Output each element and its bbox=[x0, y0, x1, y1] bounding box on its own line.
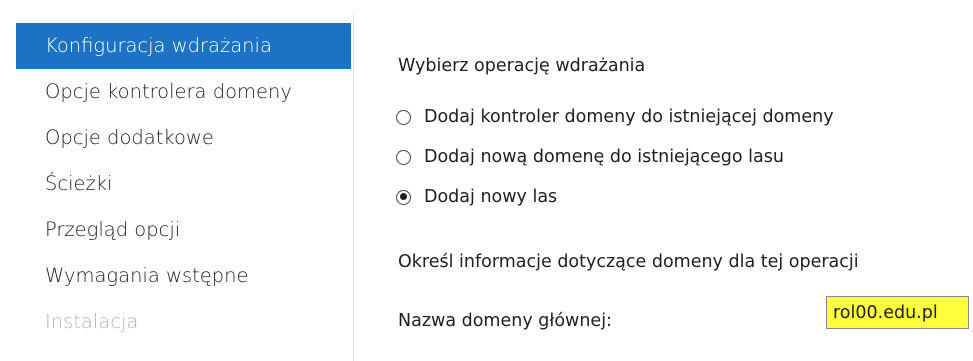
nav-item-paths[interactable]: Ścieżki bbox=[16, 161, 351, 207]
radio-button-selected[interactable] bbox=[396, 189, 411, 205]
domain-info-heading: Określ informacje dotyczące domeny dla t… bbox=[398, 252, 859, 272]
nav-item-installation: Instalacja bbox=[45, 310, 139, 333]
radio-label[interactable]: Dodaj nową domenę do istniejącego lasu bbox=[424, 147, 784, 167]
nav-item-prerequisites[interactable]: Wymagania wstępne bbox=[16, 253, 351, 299]
nav-item-additional-options[interactable]: Opcje dodatkowe bbox=[16, 115, 351, 161]
root-domain-input[interactable] bbox=[826, 296, 969, 329]
nav-item-domain-controller-options[interactable]: Opcje kontrolera domeny bbox=[16, 69, 351, 115]
radio-button[interactable] bbox=[396, 149, 411, 165]
root-domain-label: Nazwa domeny głównej: bbox=[398, 311, 612, 331]
radio-label[interactable]: Dodaj kontroler domeny do istniejącej do… bbox=[424, 107, 834, 127]
operation-radio-group: Dodaj kontroler domeny do istniejącej do… bbox=[396, 97, 834, 217]
wizard-nav: Konfiguracja wdrażania Opcje kontrolera … bbox=[16, 23, 351, 345]
radio-option-add-domain-existing-forest[interactable]: Dodaj nową domenę do istniejącego lasu bbox=[396, 137, 834, 177]
radio-label[interactable]: Dodaj nowy las bbox=[424, 187, 557, 207]
radio-option-add-dc-existing-domain[interactable]: Dodaj kontroler domeny do istniejącej do… bbox=[396, 97, 834, 137]
radio-button[interactable] bbox=[396, 109, 411, 125]
radio-option-add-new-forest[interactable]: Dodaj nowy las bbox=[396, 177, 834, 217]
operation-heading: Wybierz operację wdrażania bbox=[398, 56, 646, 76]
nav-item-review-options[interactable]: Przegląd opcji bbox=[16, 207, 351, 253]
nav-item-deployment-configuration[interactable]: Konfiguracja wdrażania bbox=[16, 23, 351, 69]
nav-divider bbox=[353, 14, 354, 361]
